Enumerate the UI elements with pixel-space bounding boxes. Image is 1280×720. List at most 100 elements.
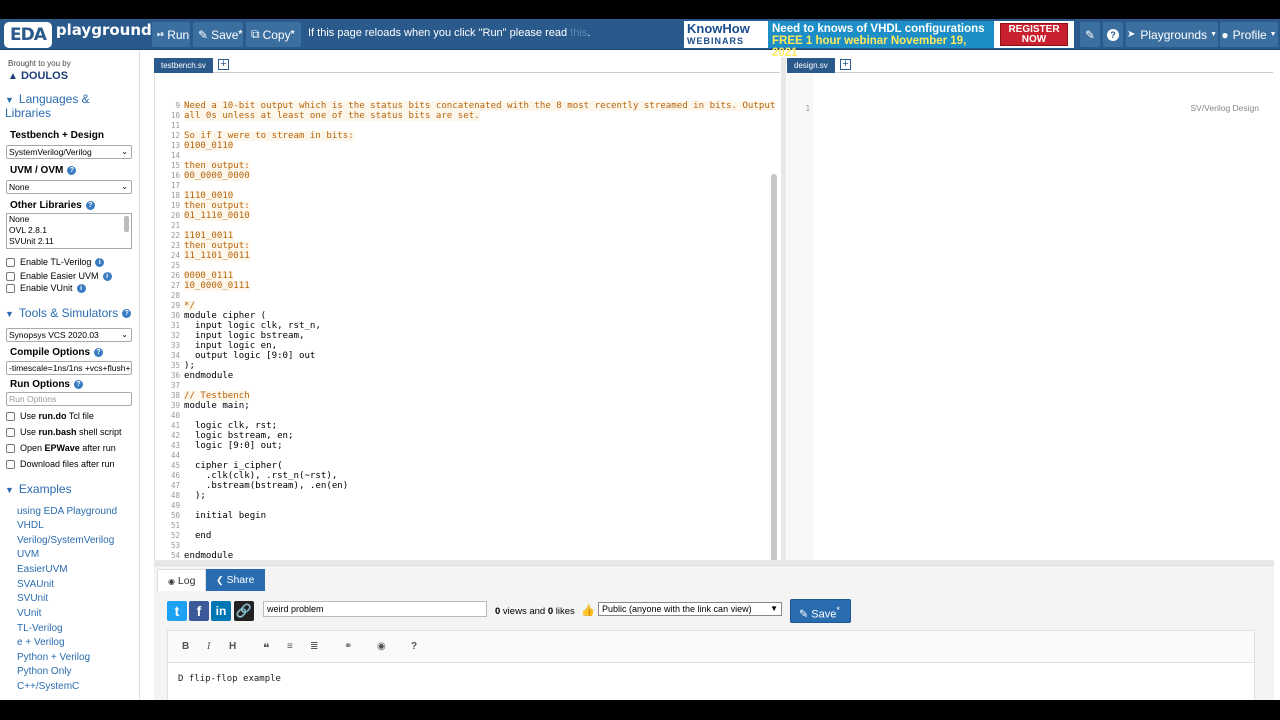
link-icon[interactable]: ⚭ [344,641,352,652]
library-option[interactable]: SVUnit 2.11 [9,236,131,247]
code-line[interactable]: 0000_0111 [184,271,234,281]
run-options-input[interactable]: Run Options [6,392,132,406]
bold-icon[interactable]: B [182,641,189,652]
example-link[interactable]: UVM [17,549,39,560]
use-run-bash-checkbox[interactable]: Use run.bash shell script [6,427,122,437]
code-line[interactable]: then output: [184,241,250,251]
help-icon[interactable]: ? [85,200,95,210]
download-files-checkbox[interactable]: Download files after run [6,459,115,469]
help-icon[interactable]: i [102,271,112,281]
example-link[interactable]: SVAUnit [17,579,54,590]
code-line[interactable]: 1110_0010 [184,191,234,201]
code-line[interactable]: ); [184,361,775,371]
testbench-editor[interactable]: 9 10 11 12 13 14 15 16 17 18 19 20 21 22 23 24 25 26 27 28 2… [154,74,780,560]
example-link[interactable]: Python Only [17,666,71,677]
code-line[interactable]: logic clk, rst; [184,421,775,431]
simulator-select[interactable]: Synopsys VCS 2020.03 ⌄ [6,328,132,342]
editor-scrollbar[interactable] [771,174,777,574]
code-line[interactable]: So if I were to stream in bits: [184,131,354,141]
code-line[interactable] [184,541,775,551]
help-icon[interactable]: i [95,257,105,267]
tab-share[interactable]: ❮ Share [206,569,265,591]
example-link[interactable]: SVUnit [17,593,48,604]
facebook-icon[interactable]: f [189,601,209,621]
code-line[interactable]: 11_1101_0011 [184,251,250,261]
code-line[interactable]: end [184,531,775,541]
enable-vunit-checkbox[interactable]: Enable VUnit i [6,283,86,293]
code-line[interactable]: .clk(clk), .rst_n(~rst), [184,471,775,481]
code-line[interactable] [184,521,775,531]
help-icon[interactable]: ? [122,309,132,319]
edit-icon-button[interactable]: ✎ [1080,22,1100,47]
tab-testbench[interactable]: testbench.sv [154,58,213,73]
library-option[interactable]: None [9,214,131,225]
help-icon[interactable]: i [76,283,86,293]
help-icon[interactable]: ? [67,165,77,175]
linkedin-icon[interactable]: in [211,601,231,621]
code-line[interactable]: // Testbench [184,391,250,401]
italic-icon[interactable]: I [207,641,210,652]
add-file-icon[interactable]: + [840,59,851,70]
languages-heading[interactable]: ▼ Languages & Libraries [5,93,135,120]
example-link[interactable]: TL-Verilog [17,623,63,634]
doulos-logo[interactable]: ▲ DOULOS [8,70,68,82]
uvm-select[interactable]: None ⌄ [6,180,132,194]
help-button[interactable]: ? [1103,22,1123,47]
code-line[interactable]: all 0s unless at least one of the status… [184,111,480,121]
example-link[interactable]: using EDA Playground [17,506,117,517]
run-button[interactable]: ⏯ Run [152,22,190,47]
eda-playground-logo[interactable]: EDA playground [4,21,152,48]
markdown-help-icon[interactable]: ? [411,641,417,652]
help-icon[interactable]: ? [94,347,103,357]
design-editor[interactable]: 1 SV/Verilog Design [787,74,1273,560]
example-link[interactable]: C++/SystemC [17,681,79,692]
thumbs-up-icon[interactable]: 👍 [581,605,595,617]
quote-icon[interactable]: ❝ [263,641,269,655]
code-line[interactable]: .bstream(bstream), .en(en) [184,481,775,491]
code-line[interactable]: */ [184,301,195,311]
enable-tl-verilog-checkbox[interactable]: Enable TL-Verilog i [6,257,105,267]
share-save-button[interactable]: ✎ Save* [790,599,851,623]
tab-log[interactable]: ◉ Log [157,569,207,591]
code-line[interactable] [184,501,775,511]
code-line[interactable]: then output: [184,201,250,211]
unordered-list-icon[interactable]: ≡ [287,641,293,652]
code-line[interactable]: 10_0000_0111 [184,281,250,291]
heading-icon[interactable]: H [229,641,236,652]
twitter-icon[interactable]: t [167,601,187,621]
help-icon[interactable]: ? [74,379,83,389]
libraries-listbox[interactable]: None OVL 2.8.1 SVUnit 2.11 [6,213,132,249]
code-line[interactable]: module main; [184,401,775,411]
code-line[interactable]: 1101_0011 [184,231,234,241]
code-line[interactable]: Need a 10-bit output which is the status… [184,101,776,111]
code-line[interactable]: logic [9:0] out; [184,441,775,451]
reload-message-link[interactable]: this [570,27,587,39]
code-line[interactable]: then output: [184,161,250,171]
enable-easier-uvm-checkbox[interactable]: Enable Easier UVM i [6,271,112,281]
webinar-ad-banner[interactable]: KnowHow WEBINARS Need to knows of VHDL c… [684,21,1074,59]
listbox-scrollbar[interactable] [124,216,129,232]
code-line[interactable]: 00_0000_0000 [184,171,250,181]
ad-register-button[interactable]: REGISTER NOW [1000,23,1068,46]
code-content[interactable]: Need a 10-bit output which is the status… [184,101,776,560]
code-line[interactable]: 0100_0110 [184,141,234,151]
code-line[interactable]: cipher i_cipher( [184,461,775,471]
examples-heading[interactable]: ▼ Examples [5,482,72,496]
add-file-icon[interactable]: + [218,59,229,70]
code-line[interactable] [184,381,775,391]
example-link[interactable]: e + Verilog [17,637,65,648]
code-line[interactable]: input logic en, [184,341,775,351]
preview-eye-icon[interactable]: ◉ [377,641,386,652]
example-link[interactable]: VUnit [17,608,41,619]
code-line[interactable]: input logic bstream, [184,331,775,341]
code-line[interactable]: input logic clk, rst_n, [184,321,775,331]
code-line[interactable]: module cipher ( [184,311,775,321]
compile-options-input[interactable]: -timescale=1ns/1ns +vcs+flush+all [6,361,132,375]
link-icon[interactable]: 🔗 [234,601,254,621]
language-select[interactable]: SystemVerilog/Verilog ⌄ [6,145,132,159]
playgrounds-menu[interactable]: ➤ Playgrounds ▼ [1126,22,1218,47]
vertical-splitter[interactable] [781,57,786,560]
example-link[interactable]: VHDL [17,520,44,531]
example-link[interactable]: Python + Verilog [17,652,90,663]
code-line[interactable]: 01_1110_0010 [184,211,250,221]
